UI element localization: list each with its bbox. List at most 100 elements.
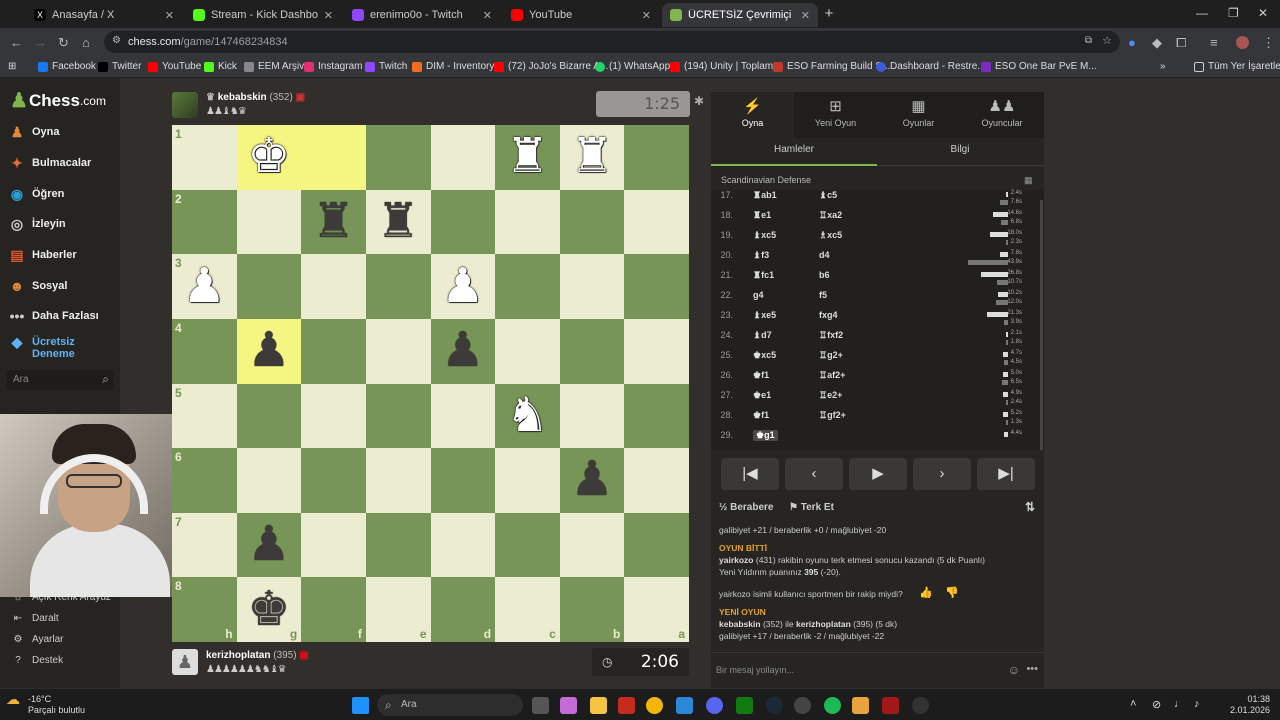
board-square[interactable] (624, 254, 689, 319)
office-icon[interactable] (618, 697, 635, 714)
subtab-moves[interactable]: Hamleler (711, 144, 877, 155)
xbox-icon[interactable] (736, 697, 753, 714)
black-move[interactable]: fxg4 (819, 310, 838, 320)
browser-tab[interactable]: erenimo0o - Twitch ✕ (344, 3, 500, 27)
board-square[interactable]: ♟ (559, 448, 625, 513)
board-square[interactable] (301, 125, 366, 190)
taskbar-search[interactable]: ⌕ Ara (377, 694, 523, 716)
install-app-icon[interactable]: ⧉ (1085, 35, 1092, 46)
file-explorer-icon[interactable] (590, 697, 607, 714)
close-tab-icon[interactable]: ✕ (483, 9, 492, 22)
board-square[interactable] (301, 254, 366, 319)
bookmark-item[interactable]: Kick (204, 61, 237, 72)
board-square[interactable]: 5 (172, 383, 237, 449)
bookmark-item[interactable]: EEM Arşiv (244, 61, 304, 72)
system-clock[interactable]: 01:38 2.01.2026 (1218, 694, 1270, 716)
chesscom-logo[interactable]: ♟ Chess .com (10, 88, 106, 113)
nav-social[interactable]: ☻ Sosyal (8, 274, 118, 298)
steam-icon[interactable] (766, 697, 783, 714)
board-square[interactable] (236, 189, 302, 255)
thumbs-down-icon[interactable]: 👎 (945, 587, 959, 599)
discord-icon[interactable] (706, 697, 723, 714)
reload-icon[interactable]: ↻ (58, 35, 69, 51)
bookmark-item[interactable]: YouTube (148, 61, 201, 72)
bookmark-item[interactable]: Twitter (98, 61, 141, 72)
url-field[interactable]: ⚙ chess.com/game/147468234834 ⧉ ☆ (104, 31, 1120, 53)
white-move[interactable]: ♝d7 (753, 330, 772, 341)
avatar[interactable] (172, 92, 198, 118)
last-move-button[interactable]: ▶| (977, 458, 1035, 490)
apps-grid-icon[interactable]: ⊞ (8, 61, 16, 72)
board-square[interactable] (301, 383, 366, 449)
white-move[interactable]: ♜e1 (753, 210, 771, 221)
black-pawn-piece[interactable]: ♟ (571, 456, 614, 504)
home-icon[interactable]: ⌂ (82, 35, 90, 50)
board-square[interactable] (624, 125, 689, 190)
back-icon[interactable]: ← (10, 35, 23, 50)
nav-collapse[interactable]: ⇤ Daralt (10, 613, 59, 624)
more-icon[interactable]: ••• (1026, 663, 1038, 675)
black-move[interactable]: ♖fxf2 (819, 330, 843, 341)
board-square[interactable] (624, 189, 689, 255)
minimize-icon[interactable]: — (1196, 6, 1208, 20)
board-square[interactable]: ♜ (301, 189, 366, 255)
bookmark-item[interactable]: (1) WhatsApp (595, 61, 670, 72)
task-view-icon[interactable] (532, 697, 549, 714)
chess-board[interactable]: 1 ♚ ♜ ♜ 2 ♜ ♜ 3 ♟ ♟ 4 ♟ ♟ 5 ♞ 6 ♟ 7 ♟ 8 h g ♚ f e d c b a (172, 125, 689, 642)
extension-icon[interactable]: ◆ (1152, 35, 1162, 51)
board-square[interactable] (624, 383, 689, 449)
white-move[interactable]: ♚e1 (753, 390, 771, 401)
board-square[interactable]: b (559, 577, 625, 642)
board-square[interactable] (301, 448, 366, 513)
nav-learn[interactable]: ◉ Öğren (8, 182, 118, 206)
bookmark-item[interactable]: ESO Farming Build S... (773, 61, 890, 72)
board-square[interactable]: ♟ (236, 318, 302, 384)
board-square[interactable] (365, 383, 431, 449)
bookmark-item[interactable]: Dashboard - Restre... (876, 61, 986, 72)
black-move[interactable]: ♗xc5 (819, 230, 842, 241)
board-square[interactable]: ♟ (236, 512, 302, 578)
bookmark-star-icon[interactable]: ☆ (1102, 34, 1112, 47)
board-square[interactable] (236, 383, 302, 449)
nav-support[interactable]: ? Destek (10, 655, 63, 666)
speaker-icon[interactable]: ♪ (1194, 698, 1200, 710)
tab-games[interactable]: ▦ Oyunlar (877, 92, 960, 138)
play-button[interactable]: ▶ (849, 458, 907, 490)
nav-settings[interactable]: ⚙ Ayarlar (10, 634, 64, 645)
white-move[interactable]: ♚g1 (753, 430, 778, 441)
menu-kebab-icon[interactable]: ⋮ (1262, 35, 1275, 51)
board-square[interactable]: ♞ (495, 383, 560, 449)
white-move[interactable]: g4 (753, 290, 764, 300)
bookmark-item[interactable]: Facebook (38, 61, 96, 72)
board-square[interactable] (559, 512, 625, 578)
board-square[interactable] (430, 448, 496, 513)
board-square[interactable]: ♚ (236, 125, 302, 190)
white-pawn-piece[interactable]: ♟ (183, 262, 226, 311)
board-square[interactable] (430, 125, 496, 190)
close-tab-icon[interactable]: ✕ (165, 9, 174, 22)
browser-tab[interactable]: X Anasayfa / X ✕ (26, 3, 182, 27)
all-bookmarks[interactable]: Tüm Yer İşaretleri (1194, 61, 1280, 72)
player-name-top[interactable]: ♛ kebabskin (352) ▣ (206, 92, 305, 103)
white-move[interactable]: ♝xe5 (753, 310, 776, 321)
white-move[interactable]: ♚f1 (753, 410, 769, 421)
board-settings-icon[interactable]: ✱ (694, 94, 704, 108)
app-icon[interactable] (852, 697, 869, 714)
board-square[interactable]: e (365, 577, 431, 642)
close-window-icon[interactable]: ✕ (1258, 6, 1268, 20)
bookmark-item[interactable]: (194) Unity | Toplam... (670, 61, 781, 72)
board-square[interactable]: 4 (172, 318, 237, 384)
board-square[interactable]: 1 (172, 125, 237, 190)
chat-user[interactable]: yairkozo (719, 555, 754, 565)
browser-tab[interactable]: YouTube ✕ (503, 3, 659, 27)
board-square[interactable]: 8h (172, 577, 237, 642)
chat-user[interactable]: kebabskin (719, 619, 761, 629)
black-rook-piece[interactable]: ♜ (312, 197, 355, 246)
board-square[interactable]: 3 ♟ (172, 254, 237, 319)
black-move[interactable]: b6 (819, 270, 830, 280)
browser-tab-active[interactable]: ÜCRETSİZ Çevrimiçi Satranç Oy ✕ (662, 3, 818, 27)
profile-avatar[interactable] (1236, 36, 1249, 49)
board-square[interactable] (624, 512, 689, 578)
board-square[interactable] (624, 448, 689, 513)
subtab-info[interactable]: Bilgi (877, 144, 1043, 155)
